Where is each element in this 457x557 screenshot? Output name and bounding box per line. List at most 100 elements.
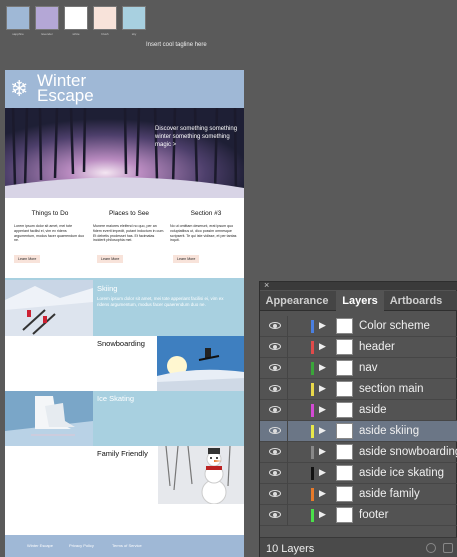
layer-name[interactable]: section main: [359, 383, 424, 395]
layer-name[interactable]: aside snowboarding: [359, 446, 457, 458]
site-header[interactable]: ❄ Winter Escape: [5, 70, 244, 108]
footer-link-privacy[interactable]: Privacy Policy: [69, 543, 94, 548]
expand-arrow-icon[interactable]: ▶: [319, 341, 326, 352]
layer-name[interactable]: header: [359, 341, 395, 353]
hero-tagline[interactable]: Discover something something winter some…: [155, 125, 241, 149]
eye-icon[interactable]: [269, 490, 281, 497]
layer-name[interactable]: aside family: [359, 488, 420, 500]
panel-footer: 10 Layers: [260, 537, 457, 557]
expand-arrow-icon[interactable]: ▶: [319, 467, 326, 478]
column-body: Lorem ipsum dolor sit amet, mei tote app…: [14, 224, 85, 243]
layer-color-bar: [311, 509, 314, 522]
eye-icon[interactable]: [269, 364, 281, 371]
layer-row[interactable]: ▶ footer: [260, 505, 457, 526]
locate-object-icon[interactable]: [426, 543, 436, 553]
layer-row[interactable]: ▶ aside family: [260, 484, 457, 505]
site-footer: Winter Escape Privacy Policy Terms of Se…: [5, 535, 244, 557]
expand-arrow-icon[interactable]: ▶: [319, 509, 326, 520]
layer-row-selected[interactable]: ▶ aside skiing: [260, 421, 457, 442]
tagline-text[interactable]: Insert cool tagline here: [146, 42, 207, 48]
expand-arrow-icon[interactable]: ▶: [319, 446, 326, 457]
swatch-blush[interactable]: [93, 6, 117, 30]
layer-name[interactable]: aside: [359, 404, 387, 416]
layer-color-bar: [311, 341, 314, 354]
logo-line-2: Escape: [37, 86, 94, 105]
layer-name[interactable]: nav: [359, 362, 378, 374]
layer-color-bar: [311, 362, 314, 375]
column-title: Places to See: [108, 210, 150, 217]
eye-icon[interactable]: [269, 322, 281, 329]
layer-thumbnail: [336, 444, 353, 460]
layer-thumbnail: [336, 486, 353, 502]
layer-name[interactable]: aside ice skating: [359, 467, 444, 479]
eye-icon[interactable]: [269, 448, 281, 455]
layer-name[interactable]: footer: [359, 509, 388, 521]
layer-thumbnail: [336, 465, 353, 481]
layer-row[interactable]: ▶ header: [260, 337, 457, 358]
close-icon[interactable]: ×: [264, 280, 269, 290]
snowboarding-photo: [157, 336, 244, 391]
layer-thumbnail: [336, 318, 353, 334]
snowflake-icon: ❄: [10, 76, 29, 101]
footer-link-terms[interactable]: Terms of Service: [112, 543, 142, 548]
eye-icon[interactable]: [269, 469, 281, 476]
eye-icon[interactable]: [269, 343, 281, 350]
layers-panel[interactable]: × Appearance Layers Artboards ▶ Color sc…: [259, 280, 457, 557]
column-body: Munere maiores eleifend no quo, per an f…: [93, 224, 165, 243]
layer-color-bar: [311, 488, 314, 501]
layer-color-bar: [311, 320, 314, 333]
eye-icon[interactable]: [269, 385, 281, 392]
tab-artboards[interactable]: Artboards: [386, 291, 446, 311]
learn-more-button[interactable]: Learn More: [14, 255, 41, 263]
layer-row[interactable]: ▶ section main: [260, 379, 457, 400]
learn-more-button[interactable]: Learn More: [173, 255, 200, 263]
aside-snowboarding[interactable]: Snowboarding: [5, 336, 244, 391]
layer-row[interactable]: ▶ nav: [260, 358, 457, 379]
layer-name[interactable]: aside skiing: [359, 425, 419, 437]
panel-tabs: Appearance Layers Artboards: [260, 291, 457, 311]
eye-icon[interactable]: [269, 511, 281, 518]
new-layer-icon[interactable]: [443, 543, 453, 553]
swatch-sky[interactable]: [122, 6, 146, 30]
column-body: No ut omittam deserunt, erat ipsum quo v…: [170, 224, 237, 243]
eye-icon[interactable]: [269, 427, 281, 434]
swatch-white[interactable]: [64, 6, 88, 30]
column-title: Things to Do: [31, 210, 69, 217]
site-logo: Winter Escape: [37, 72, 94, 105]
layer-color-bar: [311, 404, 314, 417]
website-mockup-artboard[interactable]: ❄ Winter Escape Discover something somet…: [5, 70, 244, 557]
tab-appearance[interactable]: Appearance: [260, 291, 334, 311]
layer-row[interactable]: ▶ Color scheme: [260, 316, 457, 337]
ice-skating-title: Ice Skating: [97, 394, 135, 403]
swatch-lavender[interactable]: [35, 6, 59, 30]
footer-link-home[interactable]: Winter Escape: [27, 543, 53, 548]
layer-thumbnail: [336, 339, 353, 355]
snowy-forest-sunset-image: [5, 108, 244, 198]
column-section-3: Section #3 No ut omittam deserunt, erat …: [170, 210, 242, 243]
layer-row[interactable]: ▶ aside ice skating: [260, 463, 457, 484]
swatch-label: white: [72, 32, 80, 36]
ice-skating-photo: [5, 391, 93, 446]
panel-title-bar[interactable]: ×: [260, 280, 457, 290]
layer-row[interactable]: ▶ aside: [260, 400, 457, 421]
aside-skiing[interactable]: Skiing Lorem ipsum dolor sit amet, mei t…: [5, 278, 244, 336]
hero-image[interactable]: Discover something something winter some…: [5, 108, 244, 198]
tab-layers[interactable]: Layers: [336, 291, 384, 311]
layer-name[interactable]: Color scheme: [359, 320, 430, 332]
learn-more-button[interactable]: Learn More: [97, 255, 124, 263]
layer-thumbnail: [336, 507, 353, 523]
expand-arrow-icon[interactable]: ▶: [319, 362, 326, 373]
aside-ice-skating[interactable]: Ice Skating: [5, 391, 244, 446]
eye-icon[interactable]: [269, 406, 281, 413]
expand-arrow-icon[interactable]: ▶: [319, 425, 326, 436]
swatch-label: blush: [101, 32, 109, 36]
layer-row[interactable]: ▶ aside snowboarding: [260, 442, 457, 463]
layers-list: ▶ Color scheme ▶ header ▶ nav ▶ section …: [260, 316, 457, 526]
expand-arrow-icon[interactable]: ▶: [319, 488, 326, 499]
layer-thumbnail: [336, 423, 353, 439]
aside-family[interactable]: Family Friendly: [5, 446, 244, 506]
expand-arrow-icon[interactable]: ▶: [319, 320, 326, 331]
expand-arrow-icon[interactable]: ▶: [319, 404, 326, 415]
expand-arrow-icon[interactable]: ▶: [319, 383, 326, 394]
swatch-sapphire[interactable]: [6, 6, 30, 30]
